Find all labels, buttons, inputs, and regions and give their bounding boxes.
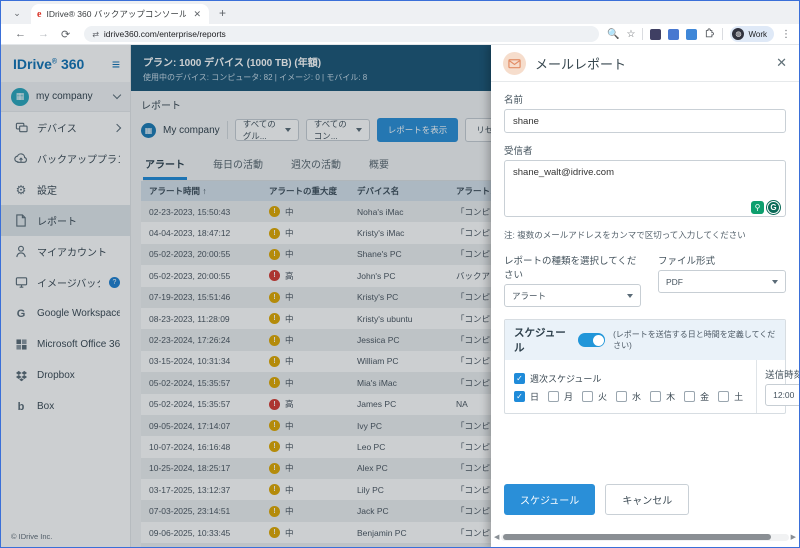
grammarly-g-icon[interactable]: G bbox=[767, 201, 780, 214]
schedule-title: スケジュール bbox=[514, 327, 566, 354]
day-label: 土 bbox=[734, 392, 744, 402]
days-row: ✓ 日 月 火 水 木 金 土 bbox=[514, 390, 747, 403]
tab-title: IDrive® 360 バックアップコンソール bbox=[46, 9, 187, 19]
close-icon[interactable]: ✕ bbox=[776, 55, 787, 71]
day-checkbox-3[interactable] bbox=[616, 391, 628, 402]
dropdown-arrow-icon bbox=[627, 293, 633, 298]
type-format-row: レポートの種類を選択してください アラート ファイル形式 PDF bbox=[504, 253, 786, 307]
scroll-right-icon[interactable]: ▶ bbox=[791, 533, 796, 541]
file-format-dropdown[interactable]: PDF bbox=[658, 270, 786, 293]
day-checkbox-1[interactable] bbox=[548, 391, 560, 402]
schedule-submit-button[interactable]: スケジュール bbox=[504, 484, 596, 515]
name-input[interactable] bbox=[504, 109, 786, 133]
extension-icon-3[interactable] bbox=[686, 28, 698, 40]
forward-icon[interactable]: → bbox=[38, 28, 49, 40]
idrive-favicon-icon: e bbox=[37, 8, 42, 20]
day-label: 月 bbox=[564, 392, 574, 402]
dropdown-arrow-icon bbox=[772, 279, 778, 284]
modal-body: 名前 受信者 ⚲ G 注: 複数のメールアドレスをカンマで区切って入力してくださ… bbox=[491, 82, 799, 547]
day-label: 金 bbox=[700, 392, 710, 402]
weekly-schedule-label: 週次スケジュール bbox=[530, 374, 602, 384]
recipients-label: 受信者 bbox=[504, 146, 533, 157]
bookmark-star-icon[interactable]: ☆ bbox=[627, 29, 636, 40]
browser-tab-strip: ⌄ e IDrive® 360 バックアップコンソール ✕ + bbox=[1, 1, 799, 24]
reload-icon[interactable]: ⟳ bbox=[61, 28, 70, 41]
cancel-button[interactable]: キャンセル bbox=[605, 484, 690, 515]
day-label: 日 bbox=[530, 392, 540, 402]
url-bar[interactable]: ⇄ idrive360.com/enterprise/reports bbox=[84, 26, 600, 42]
page-area: IDrive® 360 ≡ ▦ my company デバイス バックアッププラン… bbox=[1, 45, 799, 547]
send-time-label: 送信時刻 bbox=[765, 370, 799, 381]
file-format-label: ファイル形式 bbox=[658, 256, 716, 267]
grammarly-icons: ⚲ G bbox=[751, 201, 780, 214]
day-label: 水 bbox=[632, 392, 642, 402]
toolbar-divider bbox=[642, 28, 644, 40]
day-label: 木 bbox=[666, 392, 676, 402]
send-time-dropdown[interactable]: 12:00 bbox=[765, 384, 799, 406]
horizontal-scrollbar[interactable]: ◀ ▶ bbox=[494, 533, 796, 541]
recipients-note: 注: 複数のメールアドレスをカンマで区切って入力してください bbox=[504, 230, 746, 240]
schedule-hint: (レポートを送信する日と時間を定義してください) bbox=[613, 330, 776, 350]
extensions-puzzle-icon[interactable] bbox=[704, 27, 715, 41]
day-checkbox-6[interactable] bbox=[718, 391, 730, 402]
scroll-left-icon[interactable]: ◀ bbox=[494, 533, 499, 541]
profile-name: Work bbox=[748, 29, 767, 39]
url-text: idrive360.com/enterprise/reports bbox=[103, 29, 226, 39]
schedule-left: ✓ 週次スケジュール ✓ 日 月 火 水 木 金 土 bbox=[505, 360, 756, 413]
recipients-wrap: ⚲ G bbox=[504, 160, 786, 222]
modal-header: メールレポート ✕ bbox=[491, 45, 799, 82]
tab-search-icon[interactable]: ⌄ bbox=[9, 5, 25, 21]
extension-icon-2[interactable] bbox=[668, 28, 680, 40]
zoom-page-icon[interactable]: 🔍 bbox=[607, 29, 619, 40]
schedule-panel: スケジュール (レポートを送信する日と時間を定義してください) ✓ 週次スケジュ… bbox=[504, 319, 799, 414]
toolbar-divider-2 bbox=[722, 28, 724, 40]
toolbar-right: 🔍 ☆ ◍ Work ⋮ bbox=[607, 26, 791, 42]
report-type-label: レポートの種類を選択してください bbox=[504, 256, 637, 281]
modal-actions: スケジュール キャンセル bbox=[504, 484, 690, 515]
modal-title: メールレポート bbox=[535, 56, 627, 72]
email-report-modal: メールレポート ✕ 名前 受信者 ⚲ G 注: 複数のメールアドレスをカンマで区… bbox=[491, 45, 799, 547]
browser-tab[interactable]: e IDrive® 360 バックアップコンソール ✕ bbox=[31, 4, 209, 24]
day-checkbox-5[interactable] bbox=[684, 391, 696, 402]
browser-toolbar: ← → ⟳ ⇄ idrive360.com/enterprise/reports… bbox=[1, 24, 799, 45]
day-checkbox-2[interactable] bbox=[582, 391, 594, 402]
schedule-body: ✓ 週次スケジュール ✓ 日 月 火 水 木 金 土 送信時刻 12:00 bbox=[505, 360, 799, 413]
back-icon[interactable]: ← bbox=[15, 28, 26, 40]
schedule-right: 送信時刻 12:00 bbox=[756, 360, 799, 413]
weekly-schedule-row: ✓ 週次スケジュール bbox=[514, 372, 747, 385]
schedule-toggle[interactable] bbox=[578, 333, 606, 347]
recipients-textarea[interactable] bbox=[504, 160, 786, 217]
day-label: 火 bbox=[598, 392, 608, 402]
schedule-header: スケジュール (レポートを送信する日と時間を定義してください) bbox=[505, 320, 785, 360]
browser-menu-icon[interactable]: ⋮ bbox=[781, 29, 791, 40]
profile-chip[interactable]: ◍ Work bbox=[730, 26, 774, 42]
weekly-schedule-checkbox[interactable]: ✓ bbox=[514, 373, 525, 384]
extension-icon-1[interactable] bbox=[650, 28, 662, 40]
new-tab-button[interactable]: + bbox=[219, 6, 226, 20]
day-checkbox-0[interactable]: ✓ bbox=[514, 391, 525, 402]
mail-icon bbox=[503, 51, 526, 75]
tab-close-icon[interactable]: ✕ bbox=[191, 9, 203, 20]
scrollbar-thumb[interactable] bbox=[503, 534, 771, 540]
day-checkbox-4[interactable] bbox=[650, 391, 662, 402]
profile-avatar: ◍ bbox=[732, 28, 745, 40]
name-label: 名前 bbox=[504, 95, 524, 106]
report-type-dropdown[interactable]: アラート bbox=[504, 284, 641, 307]
browser-window: ⌄ e IDrive® 360 バックアップコンソール ✕ + ← → ⟳ ⇄ … bbox=[0, 0, 800, 548]
suggestion-bulb-icon[interactable]: ⚲ bbox=[751, 201, 764, 214]
site-settings-icon[interactable]: ⇄ bbox=[92, 30, 99, 39]
scrollbar-track[interactable] bbox=[501, 533, 789, 541]
